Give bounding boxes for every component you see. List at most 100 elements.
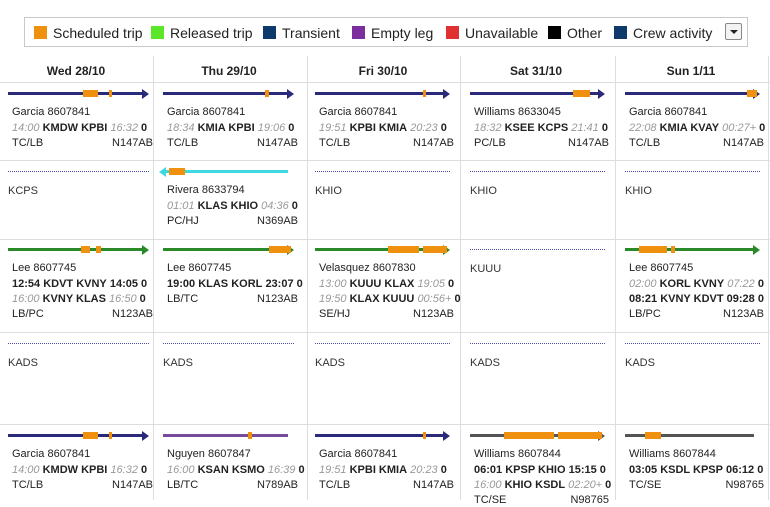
departure-time: 19:00: [167, 278, 196, 290]
schedule-cell[interactable]: Garcia 8607841 18:34 KMIA KPBI 19:06 0 TC/…: [163, 89, 298, 160]
pax-count: 0: [440, 122, 447, 134]
pax-count: 0: [454, 293, 461, 305]
scheduled-segment: [423, 246, 447, 253]
flight-leg[interactable]: 19:51 KPBI KMIA 20:23 0: [319, 464, 447, 477]
tail-number: N789AB: [257, 479, 298, 491]
schedule-cell[interactable]: Garcia 8607841 19:51 KPBI KMIA 20:23 0 TC/…: [315, 89, 454, 160]
departure-time: 06:01: [474, 464, 503, 476]
schedule-cell[interactable]: KADS: [470, 340, 605, 410]
location-label: KADS: [625, 357, 655, 369]
flight-leg[interactable]: 02:00 KORL KVNY 07:22 0: [629, 278, 764, 291]
flight-leg[interactable]: 08:21 KVNY KDVT 09:28 0: [629, 293, 764, 306]
pilot-name: Williams 8607844: [474, 448, 561, 460]
route: KVNY KDVT: [660, 293, 724, 305]
schedule-cell[interactable]: KADS: [8, 340, 149, 410]
no-trip-line: [625, 343, 760, 344]
pilot-name: Lee 8607745: [629, 262, 694, 274]
flight-leg[interactable]: 14:00 KMDW KPBI 16:32 0: [12, 122, 147, 135]
no-trip-line: [625, 171, 760, 172]
schedule-cell[interactable]: Garcia 8607841 14:00 KMDW KPBI 16:32 0 TC/…: [8, 89, 153, 160]
schedule-cell[interactable]: KADS: [163, 340, 294, 410]
legend-empty-leg: Empty leg: [371, 25, 434, 41]
tail-number: N147AB: [257, 137, 298, 149]
crew-codes: PC/LB: [474, 137, 506, 149]
schedule-cell[interactable]: KHIO: [315, 168, 450, 238]
schedule-cell[interactable]: Nguyen 8607847 16:00 KSAN KSMO 16:39 0 LB/…: [163, 432, 305, 502]
route: KVNY KLAS: [42, 293, 106, 305]
day-header-sat: Sat 31/10: [509, 64, 563, 78]
schedule-cell[interactable]: KUUU: [470, 246, 605, 316]
trip-timeline[interactable]: [625, 92, 754, 95]
schedule-cell[interactable]: Garcia 8607841 19:51 KPBI KMIA 20:23 0 TC/…: [315, 431, 454, 502]
pilot-name: Garcia 8607841: [12, 106, 91, 118]
schedule-cell[interactable]: Williams 8633045 18:32 KSEE KCPS 21:41 0 P…: [470, 89, 609, 160]
flight-leg[interactable]: 16:00 KVNY KLAS 16:50 0: [12, 293, 146, 306]
tail-number: N147AB: [413, 137, 454, 149]
departure-time: 18:32: [474, 122, 502, 134]
trip-timeline[interactable]: [8, 248, 143, 251]
flight-leg[interactable]: 06:01 KPSP KHIO 15:15 0: [474, 464, 606, 477]
scheduled-segment: [645, 432, 661, 439]
flight-leg[interactable]: 16:00 KHIO KSDL 02:20+ 0: [474, 479, 611, 492]
departure-time: 22:08: [629, 122, 657, 134]
flight-leg[interactable]: 03:05 KSDL KPSP 06:12 0: [629, 464, 763, 477]
trip-timeline[interactable]: [8, 434, 143, 437]
grid-divider: [768, 56, 769, 500]
no-trip-line: [315, 171, 450, 172]
no-trip-line: [163, 343, 294, 344]
arrival-time: 07:22: [727, 278, 755, 290]
crew-codes: TC/SE: [474, 494, 507, 506]
flight-leg[interactable]: 01:01 KLAS KHIO 04:36 0: [167, 200, 298, 213]
legend-dropdown-button[interactable]: [725, 23, 742, 40]
departure-time: 19:51: [319, 464, 347, 476]
trip-timeline[interactable]: [163, 434, 288, 437]
trip-timeline[interactable]: [163, 92, 288, 95]
flight-leg[interactable]: 13:00 KUUU KLAX 19:05 0: [319, 278, 454, 291]
arrival-time: 15:15: [568, 464, 597, 476]
schedule-cell[interactable]: Lee 8607745 12:54 KDVT KVNY 14:05 0 16:00 …: [8, 245, 153, 320]
route: KSAN KSMO: [197, 464, 265, 476]
day-header-sun: Sun 1/11: [666, 64, 716, 78]
scheduled-segment: [83, 90, 98, 97]
legend-scheduled-trip: Scheduled trip: [53, 25, 143, 41]
schedule-cell[interactable]: KADS: [625, 340, 760, 410]
flight-leg[interactable]: 19:00 KLAS KORL 23:07 0: [167, 278, 303, 291]
flight-leg[interactable]: 14:00 KMDW KPBI 16:32 0: [12, 464, 147, 477]
pilot-name: Garcia 8607841: [319, 448, 398, 460]
schedule-cell[interactable]: KHIO: [625, 168, 760, 238]
flight-leg[interactable]: 19:51 KPBI KMIA 20:23 0: [319, 122, 447, 135]
tail-number: N98765: [570, 494, 609, 506]
scheduled-segment: [265, 90, 269, 97]
schedule-cell[interactable]: Velasquez 8607830 13:00 KUUU KLAX 19:05 0…: [315, 245, 461, 320]
scheduled-segment: [109, 90, 112, 97]
schedule-cell[interactable]: Lee 8607745 02:00 KORL KVNY 07:22 0 08:21 …: [625, 245, 764, 320]
route: KUUU KLAX: [349, 278, 415, 290]
flight-leg[interactable]: 16:00 KSAN KSMO 16:39 0: [167, 464, 305, 477]
route: KLAS KORL: [198, 278, 263, 290]
schedule-cell[interactable]: KCPS: [8, 168, 149, 238]
flight-leg[interactable]: 18:32 KSEE KCPS 21:41 0: [474, 122, 608, 135]
location-label: KUUU: [470, 263, 502, 275]
departure-time: 03:05: [629, 464, 658, 476]
pilot-name: Williams 8607844: [629, 448, 716, 460]
tail-number: N98765: [725, 479, 764, 491]
trip-timeline[interactable]: [8, 92, 143, 95]
schedule-cell[interactable]: Williams 8607844 06:01 KPSP KHIO 15:15 01…: [470, 431, 611, 506]
flight-leg[interactable]: 12:54 KDVT KVNY 14:05 0: [12, 278, 147, 291]
tail-number: N147AB: [413, 479, 454, 491]
flight-leg[interactable]: 22:08 KMIA KVAY 00:27+ 0: [629, 122, 765, 135]
schedule-cell[interactable]: KADS: [315, 340, 450, 410]
flight-leg[interactable]: 19:50 KLAX KUUU 00:56+ 0: [319, 293, 461, 306]
flight-leg[interactable]: 18:34 KMIA KPBI 19:06 0: [167, 122, 294, 135]
schedule-cell[interactable]: Williams 8607844 03:05 KSDL KPSP 06:12 0 T…: [625, 432, 764, 502]
schedule-cell[interactable]: KHIO: [470, 168, 605, 238]
schedule-cell[interactable]: Garcia 8607841 22:08 KMIA KVAY 00:27+ 0 TC…: [625, 89, 765, 160]
arrow-left-icon: [159, 167, 166, 177]
tail-number: N147AB: [568, 137, 609, 149]
schedule-cell[interactable]: Lee 8607745 19:00 KLAS KORL 23:07 0 LB/TC N…: [163, 245, 303, 316]
pilot-name: Velasquez 8607830: [319, 262, 416, 274]
scheduled-segment: [269, 246, 291, 253]
schedule-cell[interactable]: Garcia 8607841 14:00 KMDW KPBI 16:32 0 TC/…: [8, 431, 153, 502]
schedule-cell[interactable]: Rivera 8633794 01:01 KLAS KHIO 04:36 0 PC/…: [159, 167, 298, 238]
route: KMIA KVAY: [659, 122, 720, 134]
